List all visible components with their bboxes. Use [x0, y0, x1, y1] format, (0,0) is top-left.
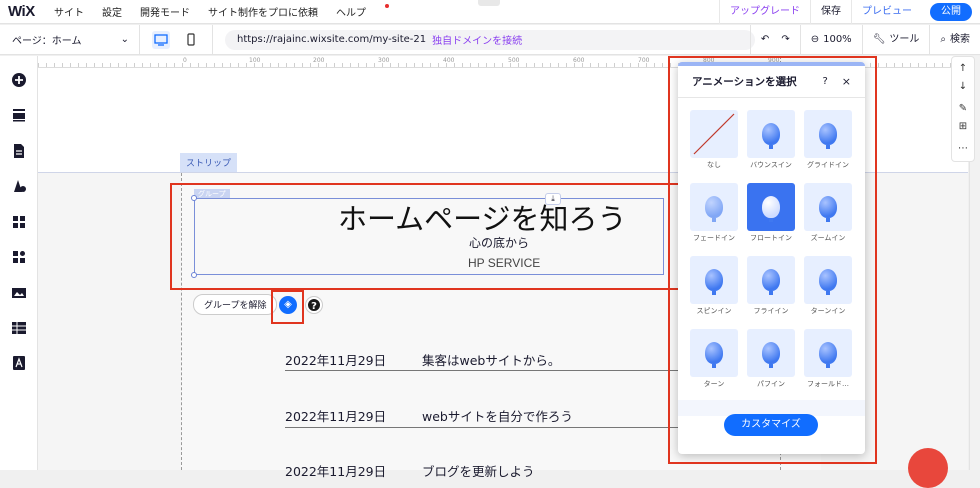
device-switcher: [140, 24, 213, 55]
ruler-mark: 500: [508, 57, 520, 64]
top-actions: アップグレード 保存 プレビュー 公開: [719, 0, 980, 24]
more-icon[interactable]: ⋯: [957, 143, 969, 154]
highlight-animation-button: [271, 290, 304, 324]
notification-dot-icon: [385, 4, 389, 8]
page-selector-label: ページ：ホーム: [12, 36, 82, 47]
zoom-level: 100%: [823, 34, 852, 45]
wrench-icon: 🔧︎: [872, 34, 886, 45]
layout-icon[interactable]: ⊞: [957, 121, 969, 132]
zoom-control[interactable]: ⊖ 100%: [799, 25, 862, 55]
upgrade-button[interactable]: アップグレード: [719, 0, 810, 24]
toolbar-actions: ↶ ↷ ⊖ 100% 🔧︎ ツール ⌕ 検索: [749, 25, 980, 55]
ruler-mark: 600: [573, 57, 585, 64]
highlight-group: [170, 183, 698, 290]
save-button[interactable]: 保存: [810, 0, 851, 24]
post-title: ブログを更新しよう: [422, 464, 535, 479]
apps-icon[interactable]: [11, 214, 27, 230]
ruler-mark: 0: [183, 57, 187, 64]
search-icon: ⌕: [940, 34, 946, 45]
page-selector[interactable]: ページ：ホーム ⌄: [0, 24, 140, 55]
desktop-icon[interactable]: [152, 30, 170, 49]
ungroup-button[interactable]: グループを解除: [193, 294, 278, 315]
main-menu: サイト 設定 開発モード サイト制作をプロに依頼 ヘルプ: [54, 4, 407, 19]
row-divider: [285, 370, 705, 371]
cms-icon[interactable]: [11, 320, 27, 336]
preview-button[interactable]: プレビュー: [851, 0, 922, 24]
left-rail: [0, 56, 38, 470]
row-divider: [285, 427, 705, 428]
chevron-down-icon: ⌄: [120, 34, 129, 45]
right-rail: ↑ ↓ ✎ ⊞ ⋯: [951, 56, 975, 162]
menu-hire-pro[interactable]: サイト制作をプロに依頼: [208, 4, 318, 19]
redo-icon[interactable]: ↷: [781, 25, 789, 55]
editor-toolbar: ページ：ホーム ⌄ https://rajainc.wixsite.com/my…: [0, 24, 980, 55]
publish-button[interactable]: 公開: [930, 3, 972, 21]
ruler-mark: 300: [378, 57, 390, 64]
arrow-down-icon[interactable]: ↓: [957, 81, 969, 92]
chat-icon[interactable]: [908, 448, 948, 488]
connect-domain-link[interactable]: 独自ドメインを接続: [432, 32, 522, 47]
search-label: 検索: [950, 34, 970, 45]
top-bar: WiX サイト 設定 開発モード サイト制作をプロに依頼 ヘルプ アップグレード…: [0, 0, 980, 24]
ruler-mark: 200: [313, 57, 325, 64]
zoom-out-icon: ⊖: [810, 34, 820, 45]
mobile-icon[interactable]: [182, 31, 200, 49]
tools-button[interactable]: 🔧︎ ツール: [861, 25, 930, 55]
menu-dev-mode[interactable]: 開発モード: [140, 4, 190, 19]
menu-site[interactable]: サイト: [54, 4, 84, 19]
post-title: 集客はwebサイトから。: [422, 353, 561, 368]
tools-label: ツール: [889, 34, 920, 45]
site-url-bar[interactable]: https://rajainc.wixsite.com/my-site-21 独…: [225, 29, 755, 50]
arrow-up-icon[interactable]: ↑: [957, 63, 969, 74]
ruler-mark: 700: [638, 57, 650, 64]
app-market-icon[interactable]: [11, 355, 27, 371]
post-date: 2022年11月29日: [285, 409, 387, 424]
site-url: https://rajainc.wixsite.com/my-site-21: [237, 34, 427, 45]
pen-icon[interactable]: ✎: [957, 103, 969, 114]
undo-icon[interactable]: ↶: [761, 25, 769, 55]
help-icon[interactable]: ?: [306, 297, 322, 313]
highlight-animation-panel: [668, 56, 877, 464]
list-item[interactable]: 2022年11月29日 ブログを更新しよう: [285, 461, 535, 480]
post-title: webサイトを自分で作ろう: [422, 409, 573, 424]
post-date: 2022年11月29日: [285, 353, 387, 368]
list-item[interactable]: 2022年11月29日 webサイトを自分で作ろう: [285, 406, 573, 425]
post-date: 2022年11月29日: [285, 464, 387, 479]
top-handle[interactable]: [478, 0, 500, 6]
undo-redo: ↶ ↷: [749, 25, 800, 55]
wix-logo[interactable]: WiX: [8, 3, 54, 20]
pages-icon[interactable]: [11, 143, 27, 159]
search-button[interactable]: ⌕ 検索: [929, 25, 980, 55]
media-icon[interactable]: [11, 285, 27, 301]
design-icon[interactable]: [11, 178, 27, 194]
sections-icon[interactable]: [11, 107, 27, 123]
menu-help-label: ヘルプ: [336, 8, 366, 19]
ruler-mark: 400: [443, 57, 455, 64]
business-icon[interactable]: [11, 249, 27, 265]
add-icon[interactable]: [11, 72, 27, 88]
menu-help[interactable]: ヘルプ: [336, 4, 389, 19]
menu-settings[interactable]: 設定: [102, 4, 122, 19]
list-item[interactable]: 2022年11月29日 集客はwebサイトから。: [285, 350, 560, 369]
strip-label[interactable]: ストリップ: [180, 153, 238, 172]
ruler-mark: 100: [249, 57, 261, 64]
